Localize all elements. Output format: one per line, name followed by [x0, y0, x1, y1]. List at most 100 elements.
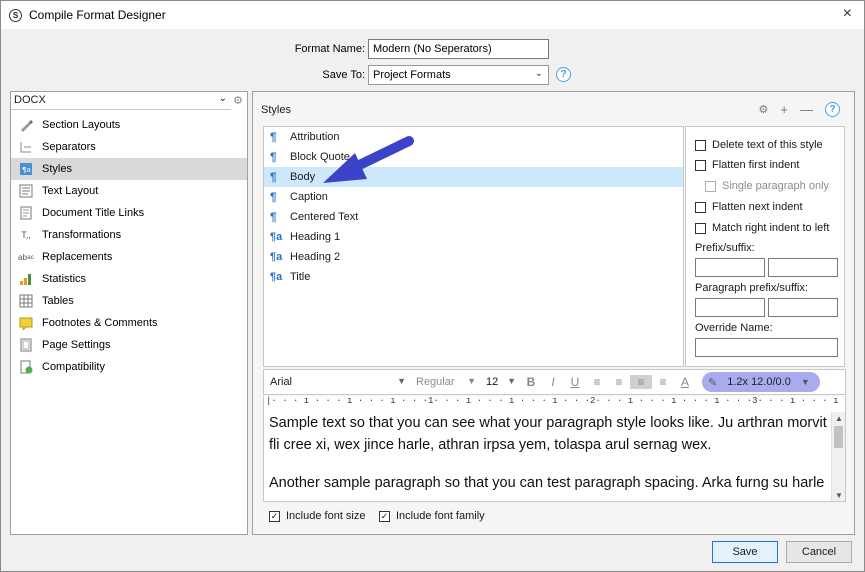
save-to-value: Project Formats [373, 69, 451, 81]
checkbox-box[interactable] [695, 159, 706, 171]
delete-text-checkbox[interactable]: Delete text of this style [695, 139, 823, 151]
sidebar-item-footnotes-comments[interactable]: Footnotes & Comments [11, 312, 247, 334]
add-style-icon[interactable]: + [780, 102, 788, 117]
sidebar-item-label: Separators [42, 141, 96, 153]
annotation-arrow-icon [323, 136, 414, 183]
remove-style-icon[interactable]: — [800, 102, 813, 117]
help-icon[interactable]: ? [825, 102, 840, 117]
vertical-scrollbar[interactable]: ▲ ▼ [831, 412, 845, 501]
checkbox-label: Include font family [396, 510, 485, 522]
file-format-select[interactable]: DOCX ⌄ [11, 92, 231, 110]
sidebar-item-transformations[interactable]: T,, Transformations [11, 224, 247, 246]
font-weight-select[interactable]: Regular ▼ [410, 370, 480, 394]
sidebar-item-section-layouts[interactable]: Section Layouts [11, 114, 247, 136]
window-title: Compile Format Designer [29, 8, 166, 22]
line-spacing-select[interactable]: ✎ 1.2x 12.0/0.0 ▼ [702, 372, 820, 392]
match-right-indent-checkbox[interactable]: Match right indent to left [695, 222, 829, 234]
sidebar-item-label: Tables [42, 295, 74, 307]
style-item-heading-1[interactable]: ¶a Heading 1 [264, 227, 683, 247]
checkmark-icon[interactable]: ✓ [379, 510, 390, 522]
format-name-label: Format Name: [294, 43, 365, 55]
style-item-label: Centered Text [290, 211, 359, 223]
checkbox-label: Single paragraph only [722, 180, 830, 192]
close-icon[interactable]: × [843, 5, 852, 23]
sidebar-item-label: Statistics [42, 273, 87, 285]
prefix-input[interactable] [695, 258, 765, 277]
tables-icon [19, 294, 33, 308]
sample-paragraph-2: Another sample paragraph so that you can… [269, 475, 825, 491]
checkbox-label: Flatten first indent [712, 159, 800, 171]
style-item-title[interactable]: ¶a Title [264, 267, 683, 287]
title-bar: S Compile Format Designer × [1, 1, 864, 29]
checkmark-icon[interactable]: ✓ [269, 510, 280, 522]
override-name-input[interactable] [695, 338, 838, 357]
sidebar-item-replacements[interactable]: ab ac Replacements [11, 246, 247, 268]
save-to-select[interactable]: Project Formats ⌄ [368, 65, 549, 85]
font-family-select[interactable]: Arial ▼ [264, 370, 410, 394]
help-icon[interactable]: ? [556, 67, 571, 82]
align-center-icon[interactable]: ≡ [608, 375, 630, 389]
style-item-label: Title [290, 271, 311, 283]
text-color-button[interactable]: A [674, 375, 696, 389]
sidebar-item-separators[interactable]: Separators [11, 136, 247, 158]
sidebar-item-label: Transformations [42, 229, 122, 241]
sidebar-item-tables[interactable]: Tables [11, 290, 247, 312]
align-right-icon[interactable]: ≡ [652, 375, 674, 389]
styles-toolbar: ⚙ + — ? [759, 102, 840, 117]
italic-button[interactable]: I [542, 375, 564, 389]
save-button[interactable]: Save [712, 541, 778, 563]
sidebar-item-text-layout[interactable]: Text Layout [11, 180, 247, 202]
sidebar-item-document-title-links[interactable]: Document Title Links [11, 202, 247, 224]
format-bar: Arial ▼ Regular ▼ 12 ▼ B I U ≡ ≡ ≡ ≡ A ✎… [263, 369, 846, 395]
sidebar-item-label: Compatibility [42, 361, 105, 373]
text-layout-icon [19, 184, 33, 198]
sidebar-item-page-settings[interactable]: Page Settings [11, 334, 247, 356]
include-font-size-checkbox[interactable]: ✓ Include font size [269, 510, 366, 522]
paragraph-character-style-icon: ¶a [270, 231, 283, 243]
scroll-down-icon[interactable]: ▼ [835, 491, 843, 500]
scroll-thumb[interactable] [834, 426, 843, 448]
sidebar-item-compatibility[interactable]: Compatibility [11, 356, 247, 378]
checkbox-box[interactable] [695, 139, 706, 151]
format-name-input[interactable]: Modern (No Seperators) [368, 39, 549, 59]
align-left-icon[interactable]: ≡ [586, 375, 608, 389]
paragraph-prefix-input[interactable] [695, 298, 765, 317]
svg-text:¶a: ¶a [22, 166, 31, 174]
paragraph-suffix-input[interactable] [768, 298, 838, 317]
underline-button[interactable]: U [564, 375, 586, 389]
bold-button[interactable]: B [520, 375, 542, 389]
checkbox-box[interactable] [695, 201, 706, 213]
file-format-value: DOCX [14, 94, 46, 106]
gear-icon[interactable]: ⚙ [759, 103, 769, 116]
style-item-label: Heading 1 [290, 231, 341, 243]
sidebar-item-label: Footnotes & Comments [42, 317, 158, 329]
paragraph-style-icon: ¶ [270, 210, 277, 224]
line-spacing-value: 1.2x 12.0/0.0 [727, 376, 791, 388]
checkbox-box [705, 180, 716, 192]
statistics-icon [19, 272, 33, 286]
font-weight-value: Regular [416, 376, 455, 388]
replacements-icon: ab ac [18, 252, 34, 262]
checkbox-label: Flatten next indent [712, 201, 803, 213]
gear-icon[interactable]: ⚙ [233, 94, 243, 107]
checkbox-box[interactable] [695, 222, 706, 234]
scroll-up-icon[interactable]: ▲ [835, 414, 843, 423]
checkbox-label: Match right indent to left [712, 222, 830, 234]
flatten-first-indent-checkbox[interactable]: Flatten first indent [695, 159, 799, 171]
chevron-down-icon: ▼ [507, 376, 516, 386]
cancel-button[interactable]: Cancel [786, 541, 852, 563]
include-font-family-checkbox[interactable]: ✓ Include font family [379, 510, 485, 522]
suffix-input[interactable] [768, 258, 838, 277]
ruler[interactable]: |· · · ı · · · ı · · · ı · · ·1· · · ı ·… [263, 396, 846, 412]
style-item-centered-text[interactable]: ¶ Centered Text [264, 207, 683, 227]
align-justify-icon[interactable]: ≡ [630, 375, 652, 389]
paragraph-style-icon: ¶ [270, 190, 277, 204]
chevron-down-icon: ▼ [467, 376, 476, 386]
scrivener-logo-icon: S [9, 8, 22, 22]
style-item-heading-2[interactable]: ¶a Heading 2 [264, 247, 683, 267]
sidebar-item-styles[interactable]: ¶a Styles [11, 158, 247, 180]
flatten-next-indent-checkbox[interactable]: Flatten next indent [695, 201, 803, 213]
font-size-value: 12 [486, 376, 499, 388]
sidebar-item-statistics[interactable]: Statistics [11, 268, 247, 290]
font-size-select[interactable]: 12 ▼ [480, 370, 520, 394]
